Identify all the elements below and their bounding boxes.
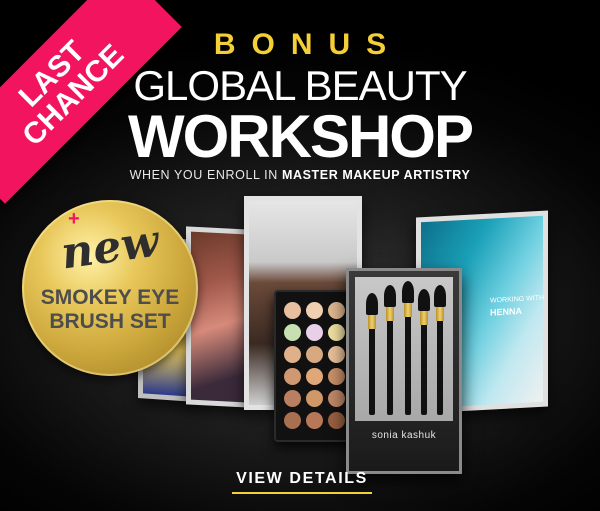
palette-swatch [306,390,323,407]
brush [402,281,414,415]
enroll-subline: WHEN YOU ENROLL IN MASTER MAKEUP ARTISTR… [0,168,600,182]
palette-swatch [284,346,301,363]
palette-swatch [328,412,345,429]
palette-swatch [306,412,323,429]
palette-swatch [284,302,301,319]
palette-swatch [306,324,323,341]
badge-line-2: SMOKEY EYE [40,286,180,309]
brush [418,289,430,415]
palette-swatch [328,346,345,363]
palette-swatch [306,346,323,363]
palette-swatch [284,368,301,385]
palette-swatch [306,368,323,385]
palette-swatch [306,302,323,319]
palette-swatch [328,324,345,341]
palette-swatch [284,324,301,341]
page-4-caption-2: HENNA [490,305,523,318]
subline-course: MASTER MAKEUP ARTISTRY [281,168,471,182]
new-smokey-eye-badge: + new SMOKEY EYE BRUSH SET [22,200,198,376]
promo-banner[interactable]: LAST CHANCE BONUS GLOBAL BEAUTY WORKSHOP… [0,0,600,511]
palette-swatch [328,302,345,319]
brush-set-tray [355,277,453,421]
palette-swatch [284,412,301,429]
view-details-button[interactable]: VIEW DETAILS [232,470,372,488]
badge-line-3: BRUSH SET [49,310,171,333]
view-details-underline [232,492,372,494]
brush-brand: sonia kashuk [371,430,437,441]
brush [384,285,396,415]
badge-new-text: new [57,215,163,280]
palette-swatch [328,390,345,407]
palette-swatch [328,368,345,385]
brush [434,285,446,415]
palette-swatch [284,390,301,407]
brush [366,293,378,415]
brush-set-box: sonia kashuk [346,268,462,474]
subline-prefix: WHEN YOU ENROLL IN [129,168,282,182]
